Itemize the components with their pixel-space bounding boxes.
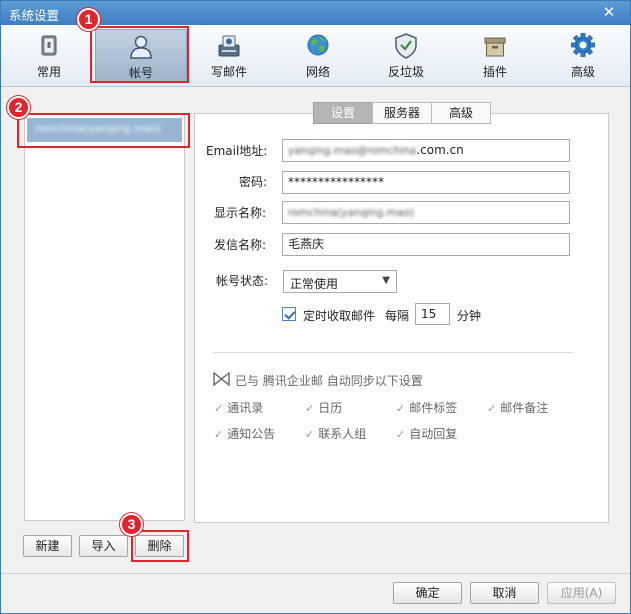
account-name: romchina(yanqing.mao) xyxy=(35,123,161,135)
sync-item-mail-tags: ✓ 邮件标签 xyxy=(396,401,458,415)
email-field[interactable]: yanqing.mao@romchina.com.cn xyxy=(282,139,570,162)
toolbar-item-network[interactable]: 网络 xyxy=(272,29,364,83)
globe-icon xyxy=(307,34,329,56)
chevron-down-icon: ▼ xyxy=(382,275,390,286)
delete-account-button[interactable]: 删除 xyxy=(135,535,184,557)
sync-item-auto-reply: ✓ 自动回复 xyxy=(396,427,458,441)
toolbar-item-account[interactable]: 帐号 xyxy=(95,29,187,83)
display-name-label: 显示名称: xyxy=(214,206,267,220)
toolbar-item-general[interactable]: 常用 xyxy=(3,29,95,83)
email-label: Email地址: xyxy=(206,144,268,158)
display-name-field[interactable]: romchina(yanqing.mao) xyxy=(282,201,570,224)
sync-item-mail-notes: ✓ 邮件备注 xyxy=(487,401,549,415)
plugin-box-icon xyxy=(484,37,506,57)
sync-item-notices: ✓ 通知公告 xyxy=(214,427,276,441)
interval-unit: 分钟 xyxy=(457,309,482,323)
import-account-button[interactable]: 导入 xyxy=(79,535,128,557)
list-item-account[interactable]: romchina(yanqing.mao) xyxy=(27,118,182,142)
general-icon xyxy=(41,35,57,56)
toolbar-item-advanced[interactable]: 高级 xyxy=(537,29,629,83)
sync-item-calendar: ✓ 日历 xyxy=(305,401,343,415)
toolbar-item-antispam[interactable]: 反垃圾 xyxy=(360,29,452,83)
status-value: 正常使用 xyxy=(290,277,339,291)
gear-icon xyxy=(571,33,595,57)
toolbar-item-compose[interactable]: 写邮件 xyxy=(183,29,275,83)
interval-input[interactable]: 15 xyxy=(415,303,450,325)
new-account-button[interactable]: 新建 xyxy=(23,535,72,557)
settings-toolbar: 常用 帐号 写邮件 网络 反垃圾 插件 高级 xyxy=(1,25,630,87)
ok-button[interactable]: 确定 xyxy=(393,582,462,604)
annotation-badge-1: 1 xyxy=(77,8,100,31)
account-list: romchina(yanqing.mao) xyxy=(24,113,185,521)
auto-fetch-checkbox[interactable] xyxy=(282,307,296,321)
shield-icon xyxy=(395,33,417,59)
divider xyxy=(213,352,573,353)
close-icon[interactable]: ✕ xyxy=(600,3,618,21)
interval-prefix: 每隔 xyxy=(385,309,410,323)
account-list-body xyxy=(27,146,157,429)
tab-server[interactable]: 服务器 xyxy=(372,102,432,124)
password-field[interactable]: **************** xyxy=(282,171,570,194)
tab-advanced[interactable]: 高级 xyxy=(431,102,491,124)
tab-settings[interactable]: 设置 xyxy=(313,102,373,124)
annotation-badge-2: 2 xyxy=(7,96,30,119)
sync-header: 已与 腾讯企业邮 自动同步以下设置 xyxy=(235,374,423,388)
email-value-blurred: yanqing.mao@romchina xyxy=(288,145,417,157)
toolbar-item-plugins[interactable]: 插件 xyxy=(449,29,541,83)
window-title: 系统设置 xyxy=(9,8,60,23)
sync-item-contacts: ✓ 通讯录 xyxy=(214,401,264,415)
cancel-button[interactable]: 取消 xyxy=(470,582,539,604)
email-value-suffix: .com.cn xyxy=(416,143,464,157)
sender-name-label: 发信名称: xyxy=(214,238,267,252)
account-icon xyxy=(130,35,152,59)
settings-window: 系统设置 ✕ 常用 帐号 写邮件 网络 反垃圾 插件 高级 romchina(y… xyxy=(0,0,631,614)
sync-logo-icon xyxy=(213,372,230,386)
password-label: 密码: xyxy=(239,175,268,189)
compose-icon xyxy=(218,35,240,57)
auto-fetch-label: 定时收取邮件 xyxy=(303,309,376,323)
status-select[interactable]: 正常使用 ▼ xyxy=(283,270,397,293)
status-label: 帐号状态: xyxy=(216,274,269,288)
sender-name-field[interactable]: 毛燕庆 xyxy=(282,233,570,256)
sync-item-contact-groups: ✓ 联系人组 xyxy=(305,427,367,441)
apply-button[interactable]: 应用(A) xyxy=(547,582,616,604)
display-name-value: romchina(yanqing.mao) xyxy=(288,207,414,219)
annotation-badge-3: 3 xyxy=(120,513,143,536)
